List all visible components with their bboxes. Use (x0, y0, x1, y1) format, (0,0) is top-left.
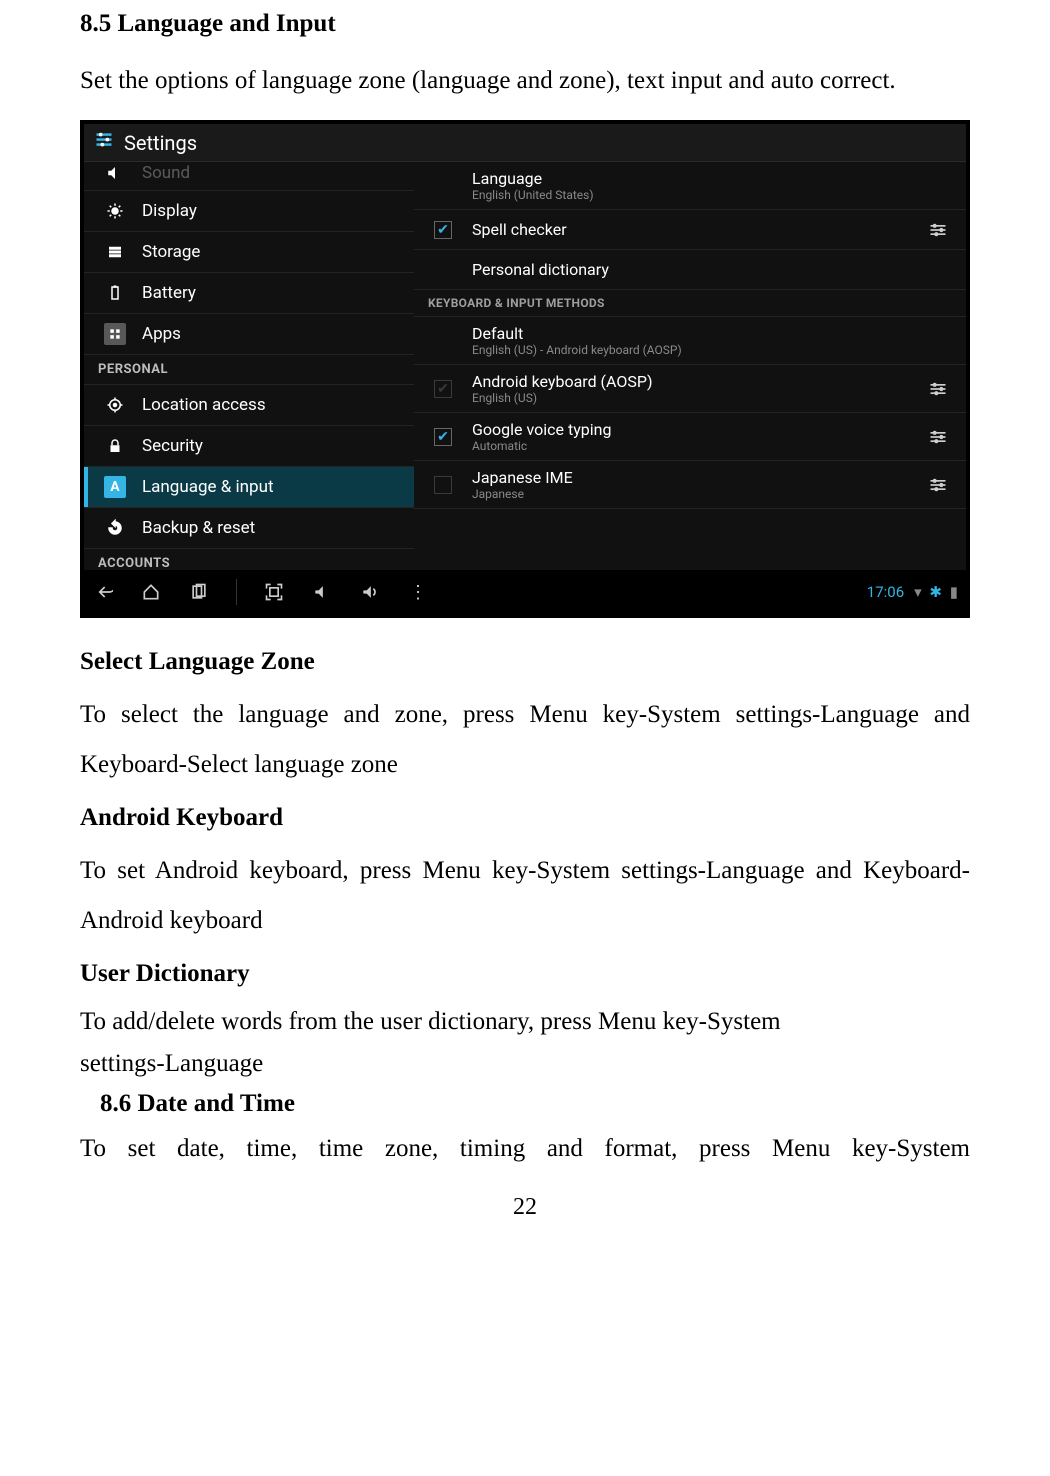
sidebar-label: Sound (142, 163, 190, 183)
settings-gear-icon[interactable] (922, 427, 954, 447)
section-heading-8-5: 8.5 Language and Input (80, 10, 970, 38)
row-subtitle: Automatic (472, 439, 910, 453)
settings-gear-icon[interactable] (922, 379, 954, 399)
row-title: Personal dictionary (472, 260, 954, 279)
subheading-select-language-zone: Select Language Zone (80, 648, 970, 676)
screenshot-icon[interactable] (263, 581, 285, 603)
row-title: Default (472, 324, 954, 343)
speaker-icon (104, 162, 126, 184)
row-title: Android keyboard (AOSP) (472, 372, 910, 391)
row-spell-checker[interactable]: ✔ Spell checker (414, 210, 966, 250)
sidebar-category-accounts: ACCOUNTS (84, 549, 414, 570)
sidebar-item-language-input[interactable]: A Language & input (84, 467, 414, 508)
row-title: Japanese IME (472, 468, 910, 487)
page-number: 22 (80, 1194, 970, 1221)
battery-icon (104, 282, 126, 304)
sidebar-item-location[interactable]: Location access (84, 385, 414, 426)
row-title: Spell checker (472, 220, 910, 239)
sidebar-item-backup-reset[interactable]: Backup & reset (84, 508, 414, 549)
subheading-user-dictionary: User Dictionary (80, 960, 970, 988)
wifi-icon: ▾ (914, 583, 922, 601)
battery-status-icon: ▮ (950, 583, 958, 601)
volume-up-icon[interactable] (359, 581, 381, 603)
display-icon (104, 200, 126, 222)
sidebar-item-security[interactable]: Security (84, 426, 414, 467)
sidebar-label: Language & input (142, 477, 274, 497)
sidebar-label: Storage (142, 242, 200, 262)
lock-icon (104, 435, 126, 457)
menu-dots-icon[interactable]: ⋮ (407, 581, 429, 603)
settings-gear-icon[interactable] (922, 475, 954, 495)
intro-paragraph: Set the options of language zone (langua… (80, 56, 970, 106)
sidebar-category-personal: PERSONAL (84, 355, 414, 385)
android-navbar: ⋮ 17:06 ▾ ✱ ▮ (84, 570, 966, 614)
settings-sidebar: Sound Display Storage Battery Apps PERSO… (84, 162, 414, 570)
location-icon (104, 394, 126, 416)
sidebar-label: Display (142, 201, 197, 221)
checkbox-icon[interactable] (434, 476, 452, 494)
apps-icon (104, 323, 126, 345)
row-android-keyboard[interactable]: ✔ Android keyboard (AOSP)English (US) (414, 365, 966, 413)
sidebar-item-apps[interactable]: Apps (84, 314, 414, 355)
storage-icon (104, 241, 126, 263)
subheading-android-keyboard: Android Keyboard (80, 804, 970, 832)
back-icon[interactable] (92, 581, 114, 603)
checkbox-icon[interactable]: ✔ (434, 428, 452, 446)
settings-title: Settings (124, 131, 197, 155)
row-personal-dictionary[interactable]: Personal dictionary (414, 250, 966, 290)
sidebar-label: Apps (142, 324, 181, 344)
row-title: Language (472, 169, 954, 188)
row-subtitle: English (US) (472, 391, 910, 405)
settings-titlebar: Settings (84, 124, 966, 162)
row-language[interactable]: LanguageEnglish (United States) (414, 162, 966, 210)
category-keyboard-methods: KEYBOARD & INPUT METHODS (414, 290, 966, 317)
bluetooth-icon: ✱ (929, 583, 942, 601)
sidebar-item-battery[interactable]: Battery (84, 273, 414, 314)
backup-icon (104, 517, 126, 539)
sidebar-item-storage[interactable]: Storage (84, 232, 414, 273)
sidebar-label: Location access (142, 395, 266, 415)
paragraph-user-dictionary-1: To add/delete words from the user dictio… (80, 1002, 970, 1042)
settings-content: LanguageEnglish (United States) ✔ Spell … (414, 162, 966, 570)
home-icon[interactable] (140, 581, 162, 603)
settings-gear-icon[interactable] (922, 220, 954, 240)
sidebar-label: Battery (142, 283, 196, 303)
status-icons: ▾ ✱ ▮ (910, 583, 958, 601)
recent-icon[interactable] (188, 581, 210, 603)
section-heading-8-6: 8.6 Date and Time (100, 1090, 970, 1118)
sidebar-item-display[interactable]: Display (84, 191, 414, 232)
language-icon: A (104, 476, 126, 498)
sidebar-label: Backup & reset (142, 518, 255, 538)
row-subtitle: English (US) - Android keyboard (AOSP) (472, 343, 954, 357)
clock-time: 17:06 (867, 583, 904, 601)
settings-icon (94, 130, 114, 155)
row-google-voice-typing[interactable]: ✔ Google voice typingAutomatic (414, 413, 966, 461)
row-subtitle: English (United States) (472, 188, 954, 202)
checkbox-icon[interactable]: ✔ (434, 221, 452, 239)
row-title: Google voice typing (472, 420, 910, 439)
paragraph-android-keyboard: To set Android keyboard, press Menu key-… (80, 846, 970, 946)
sidebar-label: Security (142, 436, 203, 456)
volume-down-icon[interactable] (311, 581, 333, 603)
row-japanese-ime[interactable]: Japanese IMEJapanese (414, 461, 966, 509)
android-settings-screenshot: Settings Sound Display Storage Battery A… (80, 120, 970, 618)
checkbox-icon: ✔ (434, 380, 452, 398)
row-subtitle: Japanese (472, 487, 910, 501)
paragraph-date-time: To set date, time, time zone, timing and… (80, 1124, 970, 1174)
paragraph-user-dictionary-2: settings-Language (80, 1044, 970, 1084)
row-default[interactable]: DefaultEnglish (US) - Android keyboard (… (414, 317, 966, 365)
sidebar-item-sound[interactable]: Sound (84, 162, 414, 191)
paragraph-select-language-zone: To select the language and zone, press M… (80, 690, 970, 790)
